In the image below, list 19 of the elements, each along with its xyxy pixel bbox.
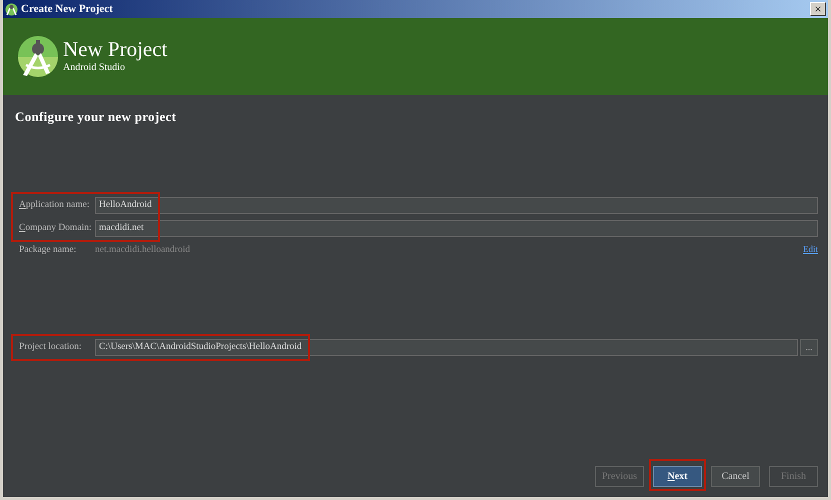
window-title: Create New Project [21,2,113,17]
package-name-value: net.macdidi.helloandroid [95,244,191,256]
text-field[interactable]: HelloAndroid [95,196,818,214]
dialog-button[interactable]: Cancel [711,466,760,487]
app-icon [5,2,18,16]
field-label: Project location: [19,341,83,354]
dialog-button[interactable]: Next [653,466,702,487]
field-label: Package name: [19,244,78,256]
android-studio-logo-icon [17,34,59,78]
close-button[interactable]: × [810,2,826,16]
header-title: New Project [63,38,168,60]
header-subtitle: Android Studio [63,60,126,74]
field-label: Application name: [19,198,90,212]
page-heading: Configure your new project [15,108,178,126]
field-label: Company Domain: [19,222,93,235]
location-field[interactable]: C:\Users\MAC\AndroidStudioProjects\HelloAndroid [95,338,798,356]
browse-button[interactable]: ... [800,338,818,356]
text-field[interactable]: macdidi.net [95,220,818,236]
edit-link[interactable]: Edit [803,242,818,256]
